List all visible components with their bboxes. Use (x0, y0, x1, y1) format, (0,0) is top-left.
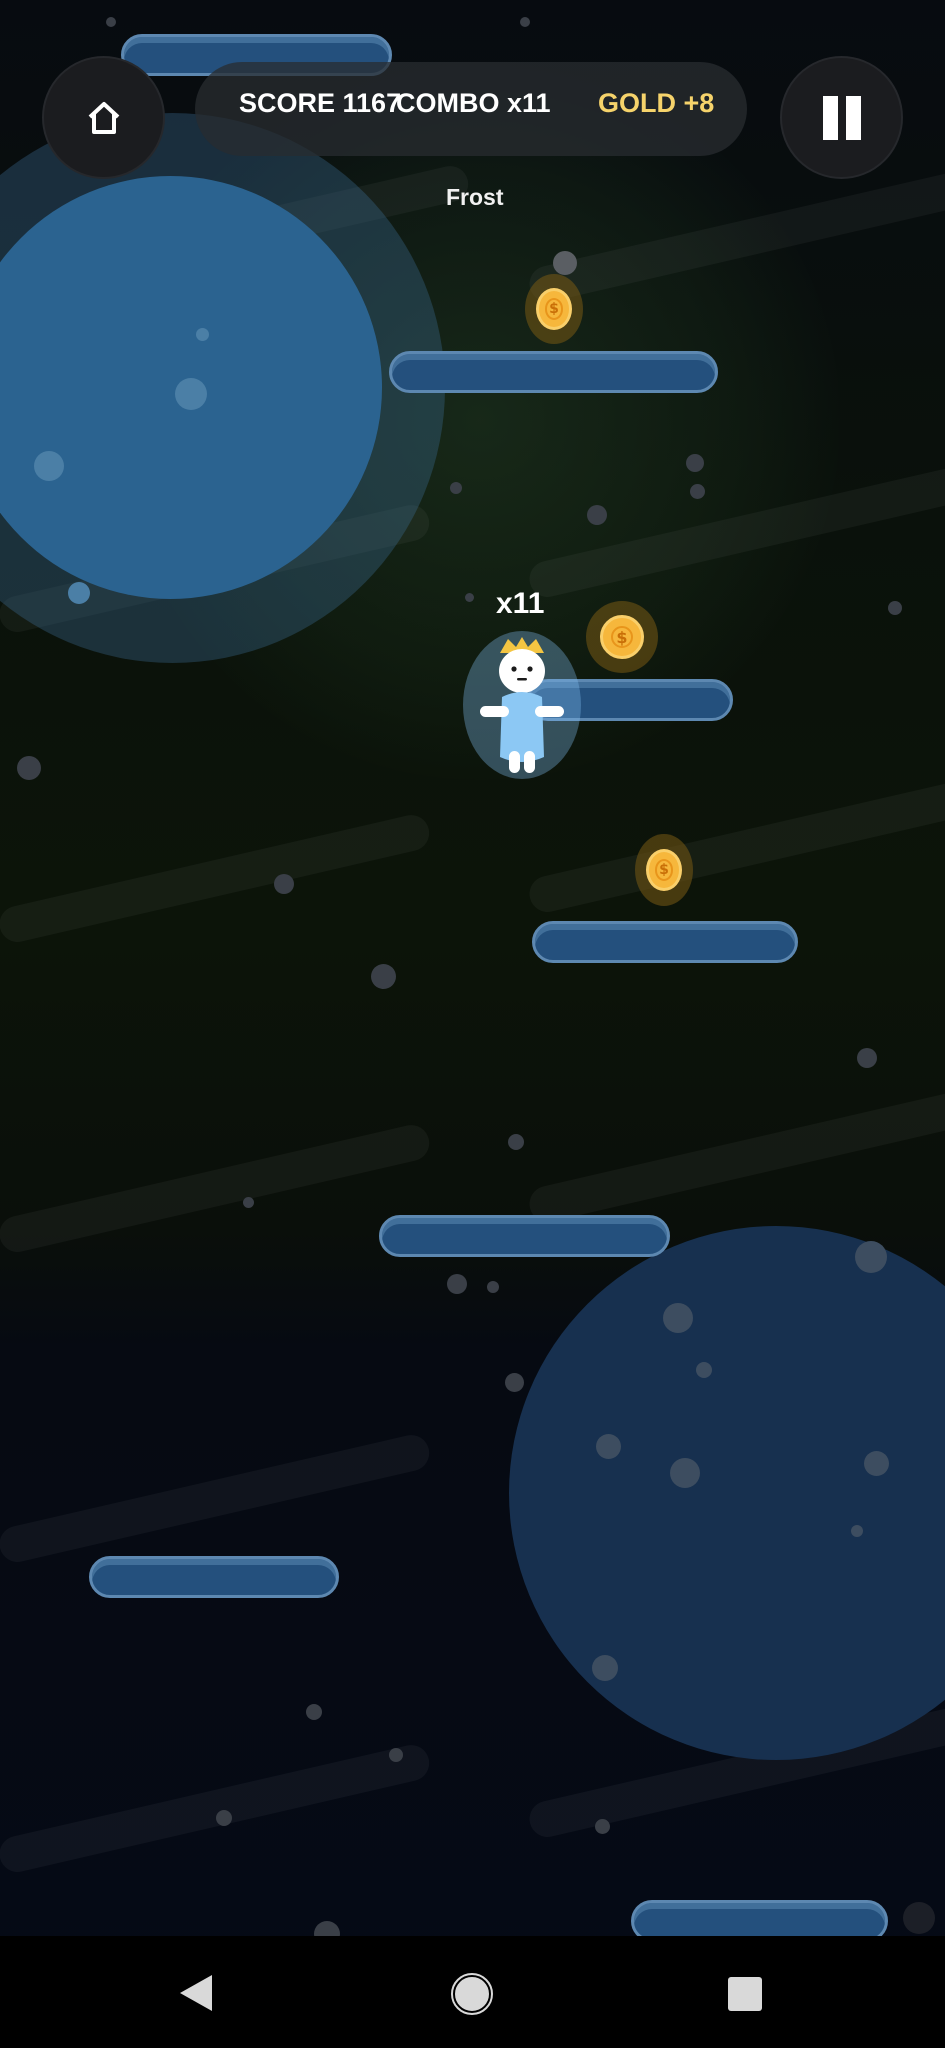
zone-name: Frost (446, 184, 504, 210)
platform (89, 1556, 339, 1598)
space-streak (0, 1741, 433, 1876)
star (888, 601, 902, 615)
planet-crater (855, 1241, 887, 1273)
player-character (463, 631, 581, 779)
star (216, 1810, 232, 1826)
platform (379, 1215, 670, 1257)
planet-crater (592, 1655, 618, 1681)
score-label: SCORE 1167 (239, 88, 402, 118)
dollar-sign-icon: $ (655, 859, 673, 881)
star (306, 1704, 322, 1720)
back-triangle-icon[interactable] (178, 1973, 214, 2013)
star (274, 874, 294, 894)
planet-crater (864, 1451, 889, 1476)
star (106, 17, 116, 27)
gold-label: GOLD +8 (598, 88, 715, 118)
home-icon (88, 101, 119, 134)
planet-crater (851, 1525, 863, 1537)
platform (389, 351, 718, 393)
recents-square-icon[interactable] (727, 1976, 763, 2012)
gold-coin: $ (536, 288, 572, 330)
planet-crater (596, 1434, 621, 1459)
star (595, 1819, 610, 1834)
planet-crater (34, 451, 64, 481)
combo-popup: x11 (496, 587, 545, 620)
star (903, 1902, 935, 1934)
star (243, 1197, 254, 1208)
planet-crater (696, 1362, 712, 1378)
dollar-sign-icon: $ (610, 625, 634, 649)
star (17, 756, 41, 780)
planet-crater (68, 582, 90, 604)
dollar-sign-icon: $ (545, 298, 563, 320)
game-stage: $ $ $ x11 SCORE 1167 COMBO x11 GOLD +8 F… (0, 0, 945, 2048)
dark-planet (509, 1226, 945, 1760)
planet-crater (670, 1458, 700, 1488)
star (508, 1134, 524, 1150)
planet-crater (196, 328, 209, 341)
platform (532, 921, 798, 963)
star (389, 1748, 403, 1762)
space-streak (0, 1431, 433, 1566)
gold-coin: $ (646, 849, 682, 891)
star (447, 1274, 467, 1294)
star (520, 17, 530, 27)
combo-label: COMBO x11 (396, 88, 551, 118)
space-streak (0, 1121, 433, 1256)
star (857, 1048, 877, 1068)
pause-button[interactable] (780, 56, 903, 179)
star (505, 1373, 524, 1392)
gold-coin: $ (600, 615, 644, 659)
pause-icon (822, 95, 861, 140)
home-circle-icon[interactable] (451, 1973, 493, 2015)
space-streak (525, 1086, 945, 1226)
star (686, 454, 704, 472)
star (587, 505, 607, 525)
planet-crater (175, 378, 207, 410)
star (450, 482, 462, 494)
star (487, 1281, 499, 1293)
star (371, 964, 396, 989)
space-streak (525, 776, 945, 916)
home-button[interactable] (42, 56, 165, 179)
planet-crater (663, 1303, 693, 1333)
star (553, 251, 577, 275)
system-nav-bar (0, 1936, 945, 2048)
space-streak (0, 811, 433, 946)
star (690, 484, 705, 499)
star (465, 593, 474, 602)
